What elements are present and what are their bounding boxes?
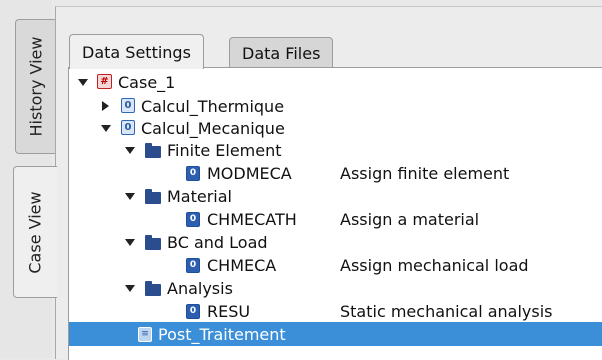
tree-label-chmecath: CHMECATH: [207, 209, 297, 229]
case-view-panel: Data Settings Data Files # Case_1 0 Calc…: [55, 6, 602, 360]
tree-desc-chmeca: Assign mechanical load: [340, 255, 529, 275]
tree-row-analysis[interactable]: Analysis: [69, 276, 602, 300]
command-icon: 0: [186, 212, 200, 227]
tab-case-view[interactable]: Case View: [13, 166, 57, 298]
tree-label-post-traitement: Post_Traitement: [158, 324, 286, 344]
folder-icon: [145, 281, 161, 296]
side-tab-strip: History View Case View: [0, 0, 57, 358]
tree-desc-resu: Static mechanical analysis: [340, 301, 553, 321]
expand-arrow-icon[interactable]: [125, 285, 135, 292]
case-icon: #: [97, 74, 112, 89]
tree-label-resu: RESU: [207, 301, 251, 321]
collapse-arrow-icon[interactable]: [102, 101, 109, 111]
tree-label-material: Material: [167, 186, 232, 206]
tab-data-files-label: Data Files: [242, 43, 321, 63]
folder-icon: [145, 143, 161, 158]
tab-data-files[interactable]: Data Files: [229, 37, 334, 68]
study-icon: 0: [121, 120, 135, 135]
tab-case-view-label: Case View: [26, 190, 45, 274]
tree-label-finite-element: Finite Element: [167, 140, 282, 160]
tree-label-bc-load: BC and Load: [167, 232, 268, 252]
tree-desc-modmeca: Assign finite element: [340, 163, 510, 183]
tree-row-chmecath[interactable]: 0 CHMECATH Assign a material: [69, 207, 602, 231]
command-icon: 0: [186, 304, 200, 319]
tree-row-finite-element[interactable]: Finite Element: [69, 138, 602, 162]
folder-icon: [145, 189, 161, 204]
tree-row-case[interactable]: # Case_1: [69, 70, 602, 94]
tree-row-resu[interactable]: 0 RESU Static mechanical analysis: [69, 299, 602, 323]
tree-row-modmeca[interactable]: 0 MODMECA Assign finite element: [69, 161, 602, 185]
expand-arrow-icon[interactable]: [101, 125, 111, 132]
document-icon: ≡: [138, 327, 152, 342]
command-icon: 0: [186, 166, 200, 181]
expand-arrow-icon[interactable]: [125, 193, 135, 200]
tab-history-view-label: History View: [26, 36, 46, 137]
tree-label-case: Case_1: [118, 72, 176, 92]
tab-history-view[interactable]: History View: [15, 19, 56, 154]
tab-data-settings-label: Data Settings: [82, 42, 191, 62]
tree-row-chmeca[interactable]: 0 CHMECA Assign mechanical load: [69, 253, 602, 277]
expand-arrow-icon[interactable]: [78, 79, 88, 86]
study-icon: 0: [121, 98, 135, 113]
tree-row-thermique[interactable]: 0 Calcul_Thermique: [69, 94, 602, 118]
tree-desc-chmecath: Assign a material: [340, 209, 480, 229]
tree-row-mecanique[interactable]: 0 Calcul_Mecanique: [69, 116, 602, 140]
tree-row-bc-load[interactable]: BC and Load: [69, 230, 602, 254]
tab-data-settings[interactable]: Data Settings: [69, 34, 204, 69]
expand-arrow-icon[interactable]: [125, 147, 135, 154]
tree-label-mecanique: Calcul_Mecanique: [141, 118, 285, 138]
tree-row-material[interactable]: Material: [69, 184, 602, 208]
tree-label-analysis: Analysis: [167, 278, 233, 298]
tree-label-thermique: Calcul_Thermique: [141, 96, 285, 116]
expand-arrow-icon[interactable]: [125, 239, 135, 246]
tree-label-chmeca: CHMECA: [207, 255, 277, 275]
folder-icon: [145, 235, 161, 250]
case-tree[interactable]: # Case_1 0 Calcul_Thermique 0 Calcul_Mec…: [68, 67, 602, 360]
tree-label-modmeca: MODMECA: [207, 163, 292, 183]
command-icon: 0: [186, 258, 200, 273]
tree-row-post-traitement[interactable]: ≡ Post_Traitement: [69, 322, 602, 346]
